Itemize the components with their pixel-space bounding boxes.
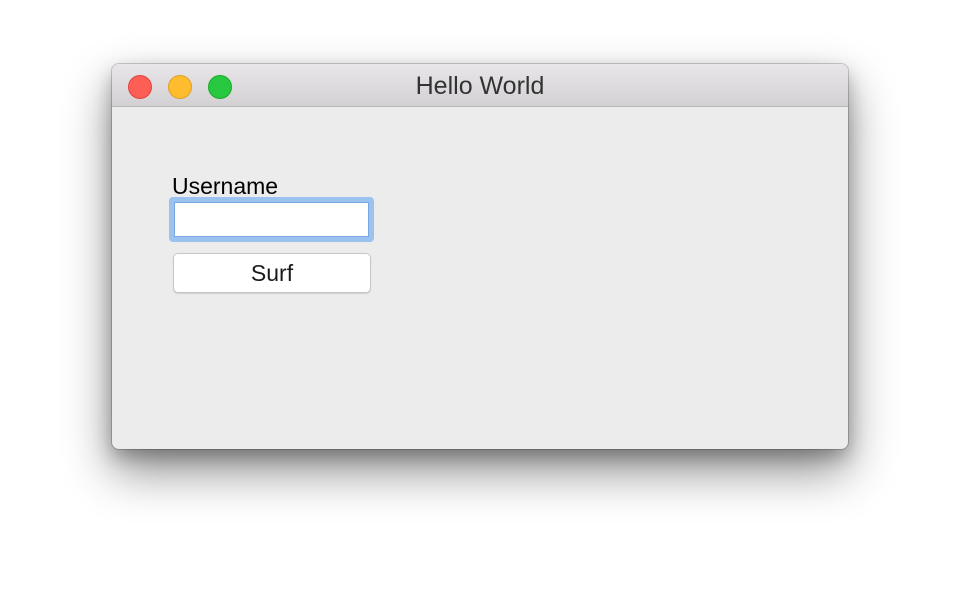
username-input[interactable] bbox=[169, 197, 374, 242]
window-content: Username Surf bbox=[112, 107, 848, 449]
surf-button[interactable]: Surf bbox=[173, 253, 371, 293]
app-window: Hello World Username Surf bbox=[112, 64, 848, 449]
window-title: Hello World bbox=[415, 72, 545, 100]
title-bar[interactable]: Hello World bbox=[112, 64, 848, 107]
username-label: Username bbox=[172, 173, 279, 199]
